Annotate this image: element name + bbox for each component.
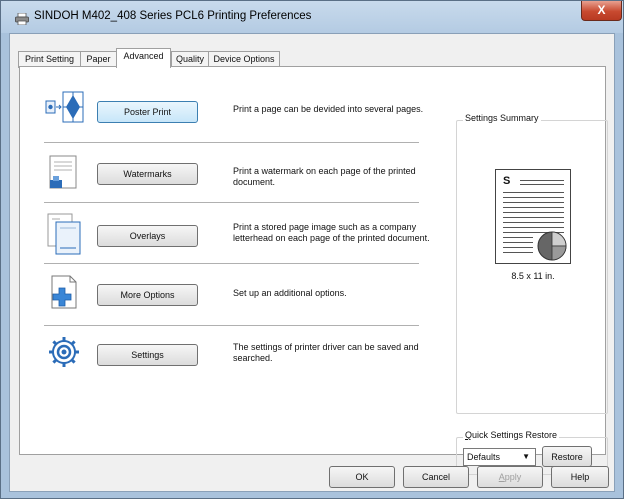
window-title: SINDOH M402_408 Series PCL6 Printing Pre… <box>34 10 312 22</box>
advanced-panel: Poster Print Print a page can be devided… <box>19 66 608 475</box>
poster-icon <box>44 90 84 132</box>
close-button[interactable]: X <box>581 1 622 21</box>
quick-settings-select[interactable]: Defaults ▼ <box>463 448 536 466</box>
title-bar[interactable]: SINDOH M402_408 Series PCL6 Printing Pre… <box>1 1 623 33</box>
cancel-button[interactable]: Cancel <box>403 466 469 488</box>
watermarks-description: Print a watermark on each page of the pr… <box>233 166 416 187</box>
overlays-button[interactable]: Overlays <box>97 225 198 247</box>
feature-row-more-options: More Options Set up an additional option… <box>20 272 440 330</box>
preview-letter: S <box>503 175 511 187</box>
help-button[interactable]: Help <box>551 466 609 488</box>
feature-row-settings: Settings The settings of printer driver … <box>20 332 440 390</box>
feature-row-poster-print: Poster Print Print a page can be devided… <box>20 90 440 148</box>
settings-button[interactable]: Settings <box>97 344 198 366</box>
settings-description: The settings of printer driver can be sa… <box>233 342 419 363</box>
row-divider <box>44 263 419 264</box>
dropdown-arrow-icon: ▼ <box>522 452 530 461</box>
dialog-client-area: Print Setting Paper Advanced Quality Dev… <box>9 33 615 492</box>
more-options-description: Set up an additional options. <box>233 288 347 298</box>
settings-summary-group <box>456 120 608 414</box>
more-options-icon <box>44 272 84 314</box>
restore-button[interactable]: Restore <box>542 446 592 467</box>
more-options-button[interactable]: More Options <box>97 284 198 306</box>
paper-size-label: 8.5 x 11 in. <box>511 271 555 281</box>
poster-print-button[interactable]: Poster Print <box>97 101 198 123</box>
ok-button[interactable]: OK <box>329 466 395 488</box>
pie-chart-icon <box>536 230 568 264</box>
quick-settings-selected: Defaults <box>467 452 501 462</box>
watermark-icon <box>44 152 84 194</box>
watermarks-button[interactable]: Watermarks <box>97 163 198 185</box>
apply-button[interactable]: Apply <box>477 466 543 488</box>
feature-row-overlays: Overlays Print a stored page image such … <box>20 212 440 270</box>
settings-gear-icon <box>44 332 84 374</box>
settings-summary-label: Settings Summary <box>463 113 541 123</box>
tab-advanced[interactable]: Advanced <box>116 48 171 68</box>
poster-print-description: Print a page can be devided into several… <box>233 104 424 114</box>
overlay-icon <box>44 212 84 255</box>
row-divider <box>44 325 419 326</box>
overlays-description: Print a stored page image such as a comp… <box>233 222 430 243</box>
quick-settings-label: Quick Settings Restore <box>463 430 560 440</box>
printer-icon <box>15 12 29 27</box>
row-divider <box>44 202 419 203</box>
page-preview: S <box>495 169 571 264</box>
row-divider <box>44 142 419 143</box>
printing-preferences-window: SINDOH M402_408 Series PCL6 Printing Pre… <box>0 0 624 499</box>
